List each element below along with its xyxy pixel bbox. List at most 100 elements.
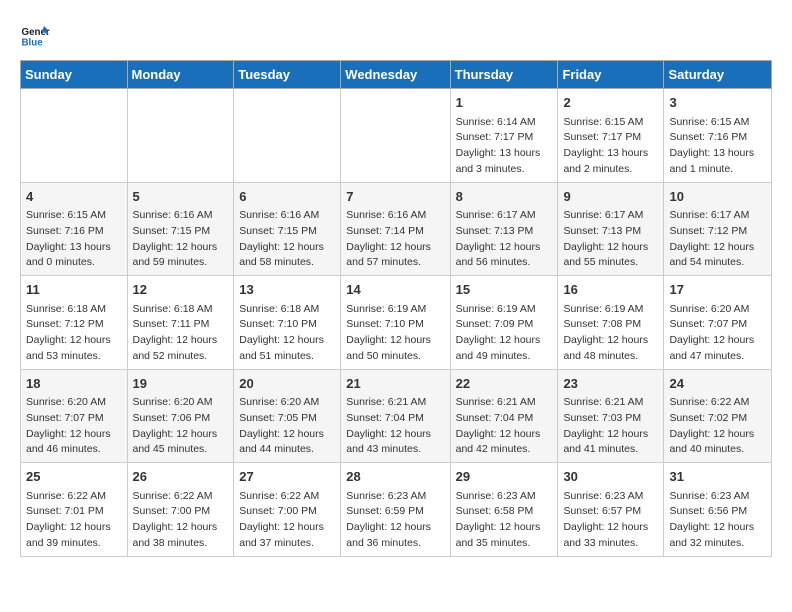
- day-info: Sunrise: 6:15 AM: [26, 208, 122, 224]
- day-info: Sunset: 7:00 PM: [239, 504, 335, 520]
- day-info: Daylight: 12 hours: [346, 240, 444, 256]
- calendar-cell: 3Sunrise: 6:15 AMSunset: 7:16 PMDaylight…: [664, 89, 772, 183]
- day-info: Daylight: 12 hours: [133, 520, 229, 536]
- calendar-cell: 15Sunrise: 6:19 AMSunset: 7:09 PMDayligh…: [450, 276, 558, 370]
- calendar-cell: [234, 89, 341, 183]
- day-info: Daylight: 13 hours: [669, 146, 766, 162]
- day-number: 22: [456, 374, 553, 394]
- calendar-cell: 19Sunrise: 6:20 AMSunset: 7:06 PMDayligh…: [127, 369, 234, 463]
- day-info: Sunset: 7:17 PM: [563, 130, 658, 146]
- calendar-week-4: 18Sunrise: 6:20 AMSunset: 7:07 PMDayligh…: [21, 369, 772, 463]
- day-info: and 40 minutes.: [669, 442, 766, 458]
- day-info: Sunset: 6:57 PM: [563, 504, 658, 520]
- day-number: 5: [133, 187, 229, 207]
- calendar-cell: 9Sunrise: 6:17 AMSunset: 7:13 PMDaylight…: [558, 182, 664, 276]
- day-number: 13: [239, 280, 335, 300]
- day-number: 21: [346, 374, 444, 394]
- day-number: 10: [669, 187, 766, 207]
- day-number: 26: [133, 467, 229, 487]
- day-info: Daylight: 12 hours: [26, 427, 122, 443]
- day-info: Sunset: 7:07 PM: [26, 411, 122, 427]
- day-info: Sunrise: 6:23 AM: [456, 489, 553, 505]
- day-info: and 58 minutes.: [239, 255, 335, 271]
- day-number: 18: [26, 374, 122, 394]
- day-number: 11: [26, 280, 122, 300]
- day-info: Sunrise: 6:20 AM: [133, 395, 229, 411]
- day-info: and 1 minute.: [669, 162, 766, 178]
- calendar-cell: 31Sunrise: 6:23 AMSunset: 6:56 PMDayligh…: [664, 463, 772, 557]
- day-info: Sunrise: 6:16 AM: [133, 208, 229, 224]
- day-info: Daylight: 12 hours: [669, 333, 766, 349]
- day-info: Sunset: 7:01 PM: [26, 504, 122, 520]
- day-number: 4: [26, 187, 122, 207]
- day-info: Sunrise: 6:17 AM: [563, 208, 658, 224]
- calendar-body: 1Sunrise: 6:14 AMSunset: 7:17 PMDaylight…: [21, 89, 772, 557]
- calendar-cell: 8Sunrise: 6:17 AMSunset: 7:13 PMDaylight…: [450, 182, 558, 276]
- calendar-cell: 21Sunrise: 6:21 AMSunset: 7:04 PMDayligh…: [341, 369, 450, 463]
- calendar-week-1: 1Sunrise: 6:14 AMSunset: 7:17 PMDaylight…: [21, 89, 772, 183]
- day-info: Daylight: 13 hours: [456, 146, 553, 162]
- calendar-cell: 29Sunrise: 6:23 AMSunset: 6:58 PMDayligh…: [450, 463, 558, 557]
- day-info: Sunrise: 6:15 AM: [563, 115, 658, 131]
- day-header-saturday: Saturday: [664, 61, 772, 89]
- day-info: Daylight: 12 hours: [239, 520, 335, 536]
- day-info: Daylight: 12 hours: [133, 427, 229, 443]
- calendar-cell: 11Sunrise: 6:18 AMSunset: 7:12 PMDayligh…: [21, 276, 128, 370]
- day-number: 6: [239, 187, 335, 207]
- day-info: and 41 minutes.: [563, 442, 658, 458]
- day-info: Daylight: 12 hours: [133, 333, 229, 349]
- day-info: and 56 minutes.: [456, 255, 553, 271]
- day-info: and 33 minutes.: [563, 536, 658, 552]
- day-info: Sunset: 7:07 PM: [669, 317, 766, 333]
- calendar-cell: 25Sunrise: 6:22 AMSunset: 7:01 PMDayligh…: [21, 463, 128, 557]
- calendar-cell: 4Sunrise: 6:15 AMSunset: 7:16 PMDaylight…: [21, 182, 128, 276]
- day-info: Sunset: 7:11 PM: [133, 317, 229, 333]
- day-info: and 46 minutes.: [26, 442, 122, 458]
- day-info: Daylight: 12 hours: [456, 520, 553, 536]
- calendar-cell: [341, 89, 450, 183]
- day-info: Sunrise: 6:20 AM: [26, 395, 122, 411]
- day-info: and 45 minutes.: [133, 442, 229, 458]
- calendar-header-row: SundayMondayTuesdayWednesdayThursdayFrid…: [21, 61, 772, 89]
- calendar-cell: 24Sunrise: 6:22 AMSunset: 7:02 PMDayligh…: [664, 369, 772, 463]
- day-info: Sunrise: 6:19 AM: [346, 302, 444, 318]
- day-info: and 54 minutes.: [669, 255, 766, 271]
- day-info: and 39 minutes.: [26, 536, 122, 552]
- day-info: and 42 minutes.: [456, 442, 553, 458]
- calendar-cell: 2Sunrise: 6:15 AMSunset: 7:17 PMDaylight…: [558, 89, 664, 183]
- day-info: Sunset: 7:13 PM: [563, 224, 658, 240]
- day-info: Sunrise: 6:21 AM: [346, 395, 444, 411]
- day-info: Daylight: 12 hours: [563, 240, 658, 256]
- day-info: Daylight: 12 hours: [346, 333, 444, 349]
- day-info: and 50 minutes.: [346, 349, 444, 365]
- day-info: Sunrise: 6:20 AM: [669, 302, 766, 318]
- calendar-cell: [21, 89, 128, 183]
- day-number: 31: [669, 467, 766, 487]
- day-number: 8: [456, 187, 553, 207]
- day-number: 30: [563, 467, 658, 487]
- day-info: Daylight: 12 hours: [563, 333, 658, 349]
- day-info: Daylight: 12 hours: [456, 240, 553, 256]
- calendar-cell: 30Sunrise: 6:23 AMSunset: 6:57 PMDayligh…: [558, 463, 664, 557]
- day-header-wednesday: Wednesday: [341, 61, 450, 89]
- day-info: Sunset: 7:03 PM: [563, 411, 658, 427]
- calendar-cell: 23Sunrise: 6:21 AMSunset: 7:03 PMDayligh…: [558, 369, 664, 463]
- day-info: and 47 minutes.: [669, 349, 766, 365]
- calendar-cell: 18Sunrise: 6:20 AMSunset: 7:07 PMDayligh…: [21, 369, 128, 463]
- calendar-cell: 7Sunrise: 6:16 AMSunset: 7:14 PMDaylight…: [341, 182, 450, 276]
- day-header-friday: Friday: [558, 61, 664, 89]
- day-info: and 55 minutes.: [563, 255, 658, 271]
- day-number: 19: [133, 374, 229, 394]
- day-info: Sunrise: 6:19 AM: [563, 302, 658, 318]
- day-info: Sunset: 7:09 PM: [456, 317, 553, 333]
- day-info: Sunset: 7:04 PM: [456, 411, 553, 427]
- day-number: 2: [563, 93, 658, 113]
- day-number: 28: [346, 467, 444, 487]
- day-info: Sunrise: 6:14 AM: [456, 115, 553, 131]
- day-header-monday: Monday: [127, 61, 234, 89]
- calendar-cell: 13Sunrise: 6:18 AMSunset: 7:10 PMDayligh…: [234, 276, 341, 370]
- day-header-thursday: Thursday: [450, 61, 558, 89]
- day-info: and 0 minutes.: [26, 255, 122, 271]
- page-header: General Blue: [20, 20, 772, 50]
- day-info: and 2 minutes.: [563, 162, 658, 178]
